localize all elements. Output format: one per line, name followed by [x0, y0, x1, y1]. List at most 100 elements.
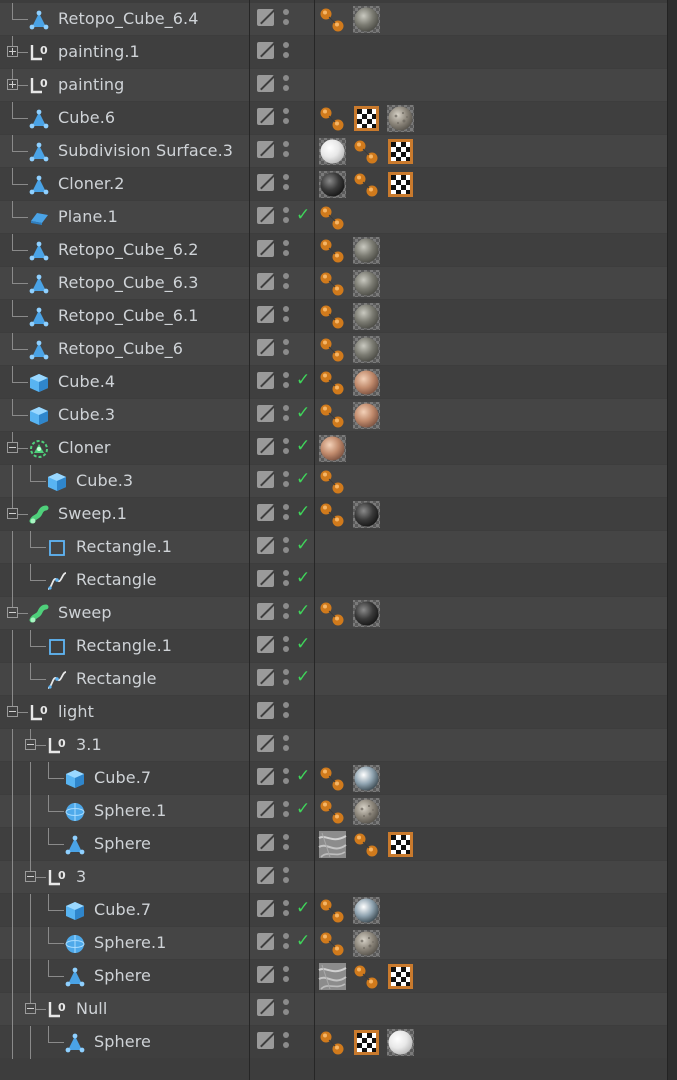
visibility-dots-icon[interactable] [283, 965, 289, 987]
object-name-label[interactable]: Retopo_Cube_6.3 [58, 273, 199, 292]
material-grey-icon[interactable] [352, 269, 381, 298]
layer-toggle-icon[interactable] [257, 339, 274, 356]
object-row[interactable]: Sphere [0, 1026, 677, 1059]
visibility-dots-icon[interactable] [283, 173, 289, 195]
object-row[interactable]: Sphere [0, 960, 677, 993]
object-row[interactable]: Cube.4 ✓ [0, 366, 677, 399]
object-name-cell[interactable]: 0 painting.1 [0, 36, 249, 68]
object-name-cell[interactable]: Cube.6 [0, 102, 249, 134]
phong-tag-icon[interactable] [318, 368, 347, 397]
object-name-cell[interactable]: 03 [0, 861, 249, 894]
visibility-dots-icon[interactable] [283, 569, 289, 591]
collapse-icon[interactable] [7, 508, 18, 519]
visibility-dots-icon[interactable] [283, 272, 289, 294]
layer-toggle-icon[interactable] [257, 636, 274, 653]
visibility-dots-icon[interactable] [283, 833, 289, 855]
object-name-cell[interactable]: Plane.1 [0, 201, 249, 233]
checker-tag-icon[interactable] [386, 137, 415, 166]
checker-tag-icon[interactable] [386, 830, 415, 859]
layer-toggle-icon[interactable] [257, 768, 274, 785]
object-name-label[interactable]: Retopo_Cube_6 [58, 339, 183, 358]
object-row[interactable]: Cube.7 ✓ [0, 894, 677, 927]
object-name-label[interactable]: painting.1 [58, 42, 140, 61]
enabled-check-icon[interactable]: ✓ [296, 535, 310, 555]
layer-toggle-icon[interactable] [257, 801, 274, 818]
object-name-cell[interactable]: Sweep.1 [0, 498, 249, 530]
object-row[interactable]: Sweep ✓ [0, 597, 677, 630]
collapse-icon[interactable] [25, 1003, 36, 1014]
object-name-label[interactable]: painting [58, 75, 124, 94]
visibility-dots-icon[interactable] [283, 107, 289, 129]
collapse-icon[interactable] [7, 442, 18, 453]
layer-toggle-icon[interactable] [257, 42, 274, 59]
phong-tag-icon[interactable] [318, 467, 347, 496]
phong-tag-icon[interactable] [318, 500, 347, 529]
checker-tag-icon[interactable] [386, 170, 415, 199]
layer-toggle-icon[interactable] [257, 174, 274, 191]
layer-toggle-icon[interactable] [257, 702, 274, 719]
object-row[interactable]: 0 painting [0, 69, 677, 102]
layer-toggle-icon[interactable] [257, 240, 274, 257]
object-row[interactable]: 0 painting.1 [0, 36, 677, 69]
material-chrome-icon[interactable] [352, 896, 381, 925]
layer-toggle-icon[interactable] [257, 834, 274, 851]
object-name-label[interactable]: light [58, 702, 94, 721]
visibility-dots-icon[interactable] [283, 239, 289, 261]
phong-tag-icon[interactable] [318, 764, 347, 793]
layer-toggle-icon[interactable] [257, 570, 274, 587]
collapse-icon[interactable] [7, 607, 18, 618]
column-divider-flags[interactable] [314, 0, 315, 1080]
collapse-icon[interactable] [7, 706, 18, 717]
phong-tag-icon[interactable] [352, 962, 381, 991]
object-row[interactable]: Cloner.2 [0, 168, 677, 201]
layer-toggle-icon[interactable] [257, 504, 274, 521]
visibility-dots-icon[interactable] [283, 74, 289, 96]
enabled-check-icon[interactable]: ✓ [296, 634, 310, 654]
object-name-label[interactable]: Retopo_Cube_6.2 [58, 240, 199, 259]
phong-tag-icon[interactable] [352, 830, 381, 859]
object-name-label[interactable]: Rectangle.1 [76, 636, 172, 655]
material-skin-icon[interactable] [352, 401, 381, 430]
enabled-check-icon[interactable]: ✓ [296, 205, 310, 225]
object-name-cell[interactable]: Sphere [0, 828, 249, 861]
layer-toggle-icon[interactable] [257, 207, 274, 224]
object-name-cell[interactable]: Rectangle [0, 564, 249, 597]
object-row[interactable]: 0 Null [0, 993, 677, 1026]
layer-toggle-icon[interactable] [257, 999, 274, 1016]
enabled-check-icon[interactable]: ✓ [296, 931, 310, 951]
object-row[interactable]: Cube.7 ✓ [0, 762, 677, 795]
visibility-dots-icon[interactable] [283, 338, 289, 360]
object-name-label[interactable]: Cube.3 [76, 471, 133, 490]
object-name-label[interactable]: Sphere [94, 834, 151, 853]
object-row[interactable]: Sweep.1 ✓ [0, 498, 677, 531]
object-name-label[interactable]: 3.1 [76, 735, 102, 754]
object-row[interactable]: Retopo_Cube_6.3 [0, 267, 677, 300]
layer-toggle-icon[interactable] [257, 141, 274, 158]
layer-toggle-icon[interactable] [257, 1032, 274, 1049]
visibility-dots-icon[interactable] [283, 41, 289, 63]
layer-toggle-icon[interactable] [257, 438, 274, 455]
visibility-dots-icon[interactable] [283, 866, 289, 888]
visibility-dots-icon[interactable] [283, 305, 289, 327]
material-marble-icon[interactable] [318, 830, 347, 859]
material-black-icon[interactable] [352, 500, 381, 529]
layer-toggle-icon[interactable] [257, 471, 274, 488]
object-name-cell[interactable]: Retopo_Cube_6.3 [0, 267, 249, 299]
object-name-label[interactable]: Cube.6 [58, 108, 115, 127]
phong-tag-icon[interactable] [318, 797, 347, 826]
object-name-label[interactable]: Rectangle.1 [76, 537, 172, 556]
visibility-dots-icon[interactable] [283, 140, 289, 162]
object-name-cell[interactable]: Sphere.1 [0, 795, 249, 828]
visibility-dots-icon[interactable] [283, 206, 289, 228]
object-name-cell[interactable]: 0 light [0, 696, 249, 728]
object-name-cell[interactable]: Sweep [0, 597, 249, 629]
object-name-label[interactable]: Sweep [58, 603, 112, 622]
phong-tag-icon[interactable] [318, 236, 347, 265]
material-grey-icon[interactable] [352, 236, 381, 265]
material-grey-icon[interactable] [352, 302, 381, 331]
object-name-label[interactable]: 3 [76, 867, 86, 886]
object-name-label[interactable]: Retopo_Cube_6.1 [58, 306, 199, 325]
visibility-dots-icon[interactable] [283, 437, 289, 459]
visibility-dots-icon[interactable] [283, 998, 289, 1020]
object-name-label[interactable]: Sphere [94, 1032, 151, 1051]
